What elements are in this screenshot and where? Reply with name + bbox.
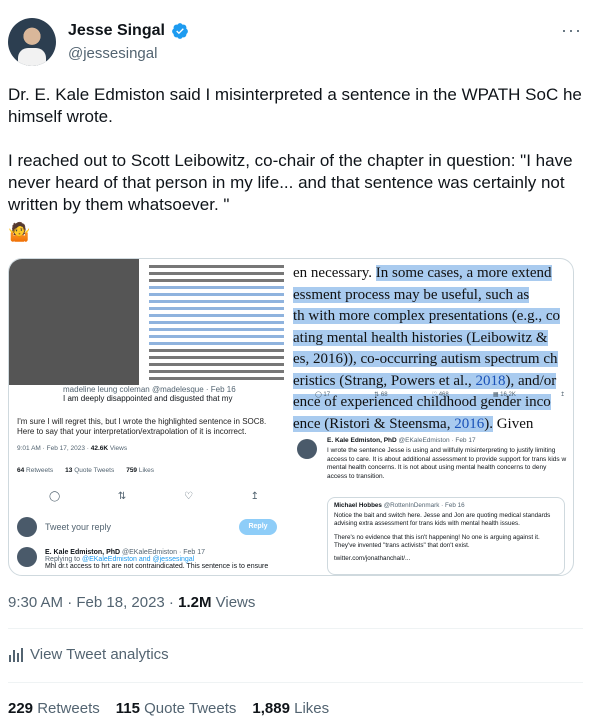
embedded-reply-composer: Tweet your reply Reply bbox=[17, 517, 285, 543]
embedded-reply2-handle: @EKaleEdmiston · Feb 17 bbox=[122, 549, 206, 556]
embedded-views-label: Views bbox=[109, 445, 128, 452]
quoted-handle: @RottenInDenmark · Feb 16 bbox=[383, 502, 465, 509]
edmiston-header: E. Kale Edmiston, PhD @EKaleEdmiston · F… bbox=[327, 437, 476, 444]
zoom-share-icon: ↥ bbox=[559, 392, 565, 398]
tweet-timestamp: 9:30 AM · Feb 18, 2023 · 1.2M Views bbox=[8, 594, 255, 611]
verified-badge-icon bbox=[172, 23, 188, 39]
tweet-views-count: 1.2M bbox=[178, 594, 212, 611]
document-text-lines bbox=[149, 265, 284, 384]
zoom-line-4: ating mental health histories (Leibowitz… bbox=[293, 329, 548, 346]
embedded-reply2-users: @EKaleEdmiston and @jessesingal bbox=[81, 556, 195, 563]
embedded-reply2-to: Replying to bbox=[45, 556, 81, 563]
embedded-retweets: 64 bbox=[17, 467, 25, 474]
like-icon: ♡ bbox=[183, 491, 193, 502]
view-analytics-link[interactable]: View Tweet analytics bbox=[8, 646, 169, 663]
embedded-reply2-avatar bbox=[17, 547, 37, 567]
embedded-tweet-body: I'm sure I will regret this, but I wrote… bbox=[17, 417, 267, 436]
zoomed-document-text: en necessary. In some cases, a more exte… bbox=[293, 263, 573, 435]
divider bbox=[8, 682, 583, 683]
tweet-views-label: Views bbox=[215, 594, 256, 611]
author-name[interactable]: Jesse Singal bbox=[68, 22, 165, 40]
zoom-retweet-count: ⇅ 68 bbox=[374, 392, 388, 398]
embedded-views: 42.6K bbox=[90, 445, 109, 452]
more-options-icon[interactable]: ··· bbox=[561, 20, 582, 41]
embedded-stats: 64 Retweets 13 Quote Tweets 759 Likes bbox=[17, 467, 154, 474]
tweet-text: Dr. E. Kale Edmiston said I misinterpret… bbox=[8, 84, 583, 238]
embedded-time: 9:01 AM · Feb 17, 2023 · bbox=[17, 445, 89, 452]
embedded-reply-placeholder: Tweet your reply bbox=[45, 522, 112, 532]
tweet-media[interactable]: madeline leung coleman @madelesque · Feb… bbox=[8, 258, 574, 576]
author-avatar[interactable] bbox=[8, 18, 56, 66]
analytics-label: View Tweet analytics bbox=[30, 646, 169, 663]
zoom-line-3: th with more complex presentations (e.g.… bbox=[293, 308, 561, 324]
edmiston-avatar bbox=[297, 439, 317, 459]
embedded-tweet-meta: 9:01 AM · Feb 17, 2023 · 42.6K Views bbox=[17, 445, 127, 452]
quote-tweets-stat[interactable]: 115 Quote Tweets bbox=[116, 700, 237, 717]
media-image-right[interactable]: en necessary. In some cases, a more exte… bbox=[289, 259, 573, 575]
zoom-line-6: eristics (Strang, Powers et al., 2018), … bbox=[293, 372, 557, 389]
embedded-likes: 759 bbox=[126, 467, 138, 474]
zoom-like-count: ♡ 468 bbox=[431, 392, 449, 398]
zoom-line-2: essment process may be useful, such as bbox=[293, 286, 530, 303]
tweet-time[interactable]: 9:30 AM · Feb 18, 2023 · bbox=[8, 594, 174, 611]
quoted-link: twitter.com/jonathanchait/... bbox=[334, 555, 411, 563]
tweet-stats: 229 Retweets 115 Quote Tweets 1,889 Like… bbox=[8, 700, 329, 717]
document-dark-area bbox=[9, 259, 139, 385]
zoom-line-8: ence (Ristori & Steensma, 2016). Given bbox=[293, 415, 534, 432]
analytics-icon bbox=[9, 647, 23, 662]
zoom-line-1: en necessary. In some cases, a more exte… bbox=[293, 265, 552, 281]
embedded-reply2-name: E. Kale Edmiston, PhD bbox=[45, 549, 121, 556]
author-handle[interactable]: @jessesingal bbox=[68, 45, 157, 62]
embedded-reply-card: madeline leung coleman @madelesque · Feb… bbox=[63, 385, 287, 415]
tweet-paragraph-1: Dr. E. Kale Edmiston said I misinterpret… bbox=[8, 85, 582, 126]
tweet-header: Jesse Singal @jessesingal ··· bbox=[8, 18, 588, 74]
quoted-name: Michael Hobbes bbox=[334, 502, 382, 509]
embedded-actions: ◯ ⇅ ♡ ↥ bbox=[49, 491, 259, 502]
embedded-reply2-text: Mhl dr.t access to hrt are not contraind… bbox=[45, 563, 269, 570]
embedded-retweets-label: Retweets bbox=[26, 467, 54, 474]
zoom-view-count: ▦ 16.2K bbox=[492, 392, 516, 398]
quoted-tweet: Michael Hobbes @RottenInDenmark · Feb 16… bbox=[327, 497, 565, 575]
embedded-quotes-label: Quote Tweets bbox=[74, 467, 115, 474]
divider bbox=[8, 628, 583, 629]
author-name-row: Jesse Singal bbox=[68, 22, 189, 40]
reply-icon: ◯ bbox=[49, 491, 61, 502]
likes-stat[interactable]: 1,889 Likes bbox=[252, 700, 329, 717]
embedded-reply-2: E. Kale Edmiston, PhD @EKaleEdmiston · F… bbox=[17, 547, 285, 570]
quoted-tweet-header: Michael Hobbes @RottenInDenmark · Feb 16 bbox=[334, 502, 558, 510]
media-image-left[interactable]: madeline leung coleman @madelesque · Feb… bbox=[9, 259, 289, 575]
quoted-paragraph-2: There's no evidence that this isn't happ… bbox=[334, 533, 540, 549]
embedded-reply-text: I am deeply disappointed and disgusted t… bbox=[63, 394, 233, 403]
retweets-stat[interactable]: 229 Retweets bbox=[8, 700, 100, 717]
share-icon: ↥ bbox=[250, 491, 259, 502]
zoom-actions: ◯ 17 ⇅ 68 ♡ 468 ▦ 16.2K ↥ bbox=[315, 391, 565, 398]
embedded-quotes: 13 bbox=[65, 467, 73, 474]
tweet-paragraph-2: I reached out to Scott Leibowitz, co-cha… bbox=[8, 151, 573, 214]
edmiston-name: E. Kale Edmiston, PhD bbox=[327, 437, 397, 444]
retweet-icon: ⇅ bbox=[117, 491, 127, 502]
embedded-user-avatar bbox=[17, 517, 37, 537]
quoted-paragraph-1: Notice the bait and switch here. Jesse a… bbox=[334, 512, 551, 528]
embedded-reply-button: Reply bbox=[239, 519, 277, 535]
shrug-emoji: 🤷 bbox=[8, 222, 31, 242]
embedded-reply-name: madeline leung coleman bbox=[63, 385, 150, 394]
edmiston-handle: @EKaleEdmiston · Feb 17 bbox=[398, 437, 476, 444]
edmiston-text: I wrote the sentence Jesse is using and … bbox=[327, 447, 567, 480]
embedded-likes-label: Likes bbox=[138, 467, 155, 474]
embedded-reply-handle: @madelesque · Feb 16 bbox=[151, 385, 236, 394]
zoom-line-5: es, 2016)), co-occurring autism spectrum… bbox=[293, 351, 558, 367]
zoom-reply-count: ◯ 17 bbox=[315, 392, 331, 398]
